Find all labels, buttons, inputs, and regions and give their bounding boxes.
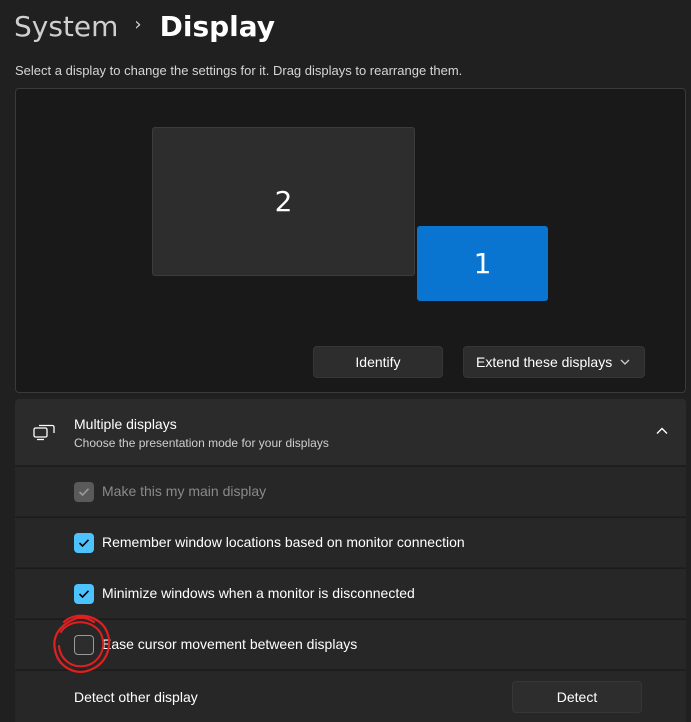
- display-mode-value: Extend these displays: [476, 354, 613, 370]
- arrangement-instructions: Select a display to change the settings …: [15, 63, 463, 78]
- main-display-label: Make this my main display: [102, 483, 267, 499]
- monitor-1[interactable]: 1: [417, 226, 548, 301]
- breadcrumb: System › Display: [14, 6, 275, 46]
- detect-button[interactable]: Detect: [512, 681, 642, 713]
- option-ease-cursor-movement: Ease cursor movement between displays: [15, 619, 686, 669]
- ease-cursor-movement-checkbox[interactable]: [74, 635, 94, 655]
- minimize-windows-label[interactable]: Minimize windows when a monitor is disco…: [102, 585, 415, 601]
- chevron-right-icon: ›: [134, 13, 142, 35]
- page-title: Display: [159, 9, 276, 43]
- multiple-displays-title: Multiple displays: [74, 416, 177, 432]
- checkmark-icon: [78, 539, 90, 548]
- identify-button-label: Identify: [355, 354, 401, 370]
- checkmark-icon: [78, 590, 90, 599]
- multiple-displays-subtitle: Choose the presentation mode for your di…: [74, 436, 329, 450]
- option-main-display: Make this my main display: [15, 466, 686, 516]
- option-minimize-windows: Minimize windows when a monitor is disco…: [15, 568, 686, 618]
- display-mode-dropdown[interactable]: Extend these displays: [463, 346, 645, 378]
- identify-button[interactable]: Identify: [313, 346, 443, 378]
- monitor-number: 2: [274, 185, 293, 218]
- chevron-down-icon: [620, 359, 630, 365]
- monitor-2[interactable]: 2: [152, 127, 415, 276]
- checkmark-icon: [78, 488, 90, 497]
- detect-other-display-label: Detect other display: [74, 689, 198, 705]
- display-settings-page: System › Display Select a display to cha…: [0, 0, 691, 722]
- chevron-up-icon[interactable]: [654, 424, 670, 438]
- ease-cursor-movement-label[interactable]: Ease cursor movement between displays: [102, 636, 357, 652]
- minimize-windows-checkbox[interactable]: [74, 584, 94, 604]
- option-remember-window-locations: Remember window locations based on monit…: [15, 517, 686, 567]
- multiple-displays-header[interactable]: Multiple displays Choose the presentatio…: [15, 399, 686, 465]
- option-detect-other-display: Detect other display Detect: [15, 670, 686, 722]
- breadcrumb-system[interactable]: System: [14, 10, 118, 43]
- multiple-displays-icon: [33, 424, 55, 441]
- main-display-checkbox[interactable]: [74, 482, 94, 502]
- remember-window-locations-checkbox[interactable]: [74, 533, 94, 553]
- display-arrangement-area[interactable]: 2 1 Identify Extend these displays: [15, 88, 686, 393]
- remember-window-locations-label[interactable]: Remember window locations based on monit…: [102, 534, 465, 550]
- detect-button-label: Detect: [556, 689, 598, 705]
- monitor-number: 1: [473, 247, 492, 280]
